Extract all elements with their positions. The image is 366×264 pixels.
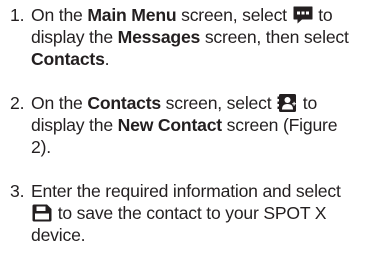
step-number: 1. <box>10 5 25 25</box>
step-number: 3. <box>10 181 25 201</box>
contacts-label: Contacts <box>87 93 161 113</box>
step-1: 1. On the Main Menu screen, select to di… <box>10 4 362 70</box>
new-contact-icon <box>277 94 297 112</box>
instruction-list: 1. On the Main Menu screen, select to di… <box>10 4 362 246</box>
step-number: 2. <box>10 93 25 113</box>
step-text: On the Main Menu screen, select to displ… <box>31 5 349 69</box>
step-text: Enter the required information and selec… <box>31 181 341 245</box>
step-2: 2. On the Contacts screen, select to dis… <box>10 92 362 158</box>
save-icon <box>32 204 52 222</box>
step-3: 3. Enter the required information and se… <box>10 180 362 246</box>
step-text: On the Contacts screen, select to displa… <box>31 93 338 157</box>
main-menu-label: Main Menu <box>87 5 177 25</box>
messages-label: Messages <box>117 27 201 47</box>
contacts-label: Contacts <box>31 49 105 69</box>
messages-icon <box>293 6 313 24</box>
new-contact-label: New Contact <box>117 115 223 135</box>
